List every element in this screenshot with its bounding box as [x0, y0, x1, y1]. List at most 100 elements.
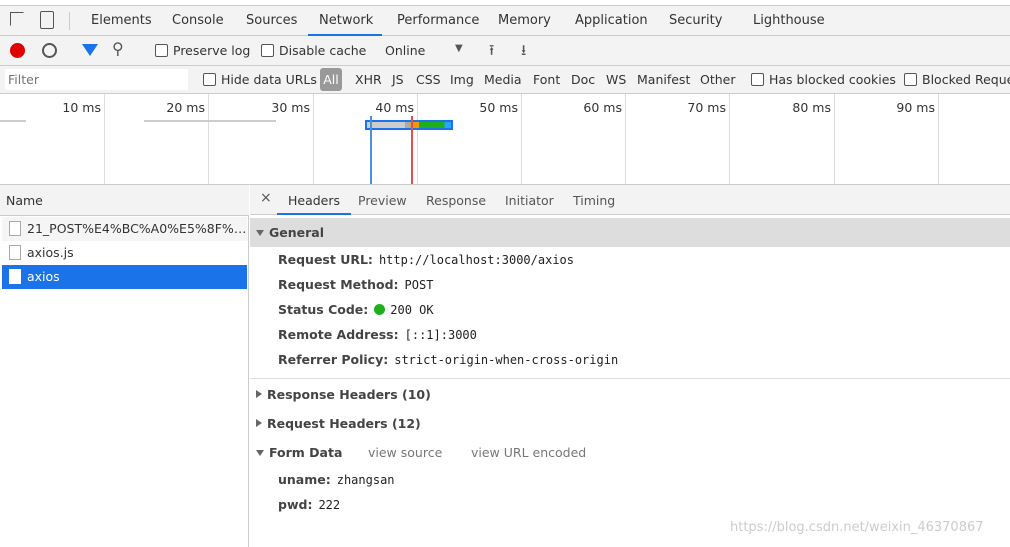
expand-triangle-icon	[256, 419, 262, 427]
filter-type-ws[interactable]: WS	[606, 72, 626, 87]
general-title: General	[269, 225, 324, 240]
blocked-requests-checkbox[interactable]: Blocked Reque	[904, 72, 1010, 87]
import-har-icon[interactable]: ⭱	[489, 40, 494, 65]
tab-elements[interactable]: Elements	[91, 6, 152, 36]
filter-type-js[interactable]: JS	[392, 72, 404, 87]
timeline-tick-label: 30 ms	[271, 100, 310, 115]
filter-icon[interactable]	[82, 44, 98, 56]
filter-type-xhr[interactable]: XHR	[355, 72, 382, 87]
search-icon[interactable]: ⚲	[112, 39, 124, 58]
filter-type-css[interactable]: CSS	[416, 72, 441, 87]
throttle-value: Online	[385, 43, 426, 58]
timeline-overview-segment	[144, 120, 276, 122]
watermark: https://blog.csdn.net/weixin_46370867	[730, 520, 984, 535]
detail-tab-preview[interactable]: Preview	[358, 185, 407, 216]
tab-memory[interactable]: Memory	[498, 6, 551, 36]
collapse-triangle-icon	[256, 450, 264, 456]
filter-type-all[interactable]: All	[320, 68, 342, 91]
disable-cache-checkbox[interactable]: Disable cache	[261, 43, 366, 58]
document-icon	[9, 221, 21, 236]
timeline-tick-label: 60 ms	[583, 100, 622, 115]
request-row[interactable]: axios.js	[2, 241, 247, 265]
close-icon[interactable]: ×	[260, 190, 272, 206]
timeline-gridline	[938, 94, 939, 184]
has-blocked-cookies-checkbox[interactable]: Has blocked cookies	[751, 72, 896, 87]
filter-type-media[interactable]: Media	[484, 72, 522, 87]
name-column-header[interactable]: Name	[0, 185, 249, 216]
timeline-gridline	[625, 94, 626, 184]
timeline-load-marker	[410, 116, 413, 184]
dropdown-arrow-icon: ▼	[455, 43, 463, 54]
header-row: Referrer Policy: strict-origin-when-cross…	[278, 352, 619, 367]
timeline-tick-label: 10	[979, 100, 1010, 115]
timeline-tick-label: 90 ms	[896, 100, 935, 115]
hide-data-urls-checkbox[interactable]: Hide data URLs	[203, 72, 317, 87]
tab-application[interactable]: Application	[575, 6, 648, 36]
timeline-dcl-marker	[369, 116, 372, 184]
disable-cache-label: Disable cache	[279, 43, 367, 58]
timeline-tick-label: 40 ms	[375, 100, 414, 115]
throttle-select[interactable]: Online ▼	[385, 43, 465, 58]
device-toolbar-icon[interactable]	[40, 11, 54, 29]
form-data-row: uname: zhangsan	[278, 472, 395, 487]
tab-performance[interactable]: Performance	[397, 6, 479, 36]
timeline-gridline	[834, 94, 835, 184]
detail-tab-initiator[interactable]: Initiator	[505, 185, 554, 216]
divider	[69, 12, 70, 30]
detail-tab-headers[interactable]: Headers	[277, 185, 352, 215]
request-name: axios	[27, 269, 60, 284]
header-row: Request Method: POST	[278, 277, 434, 292]
script-file-icon	[9, 245, 21, 260]
timeline-gridline	[521, 94, 522, 184]
detail-tabbar: × Headers Preview Response Initiator Tim…	[250, 185, 1010, 215]
preserve-log-checkbox[interactable]: Preserve log	[155, 43, 250, 58]
response-headers-toggle[interactable]: Response Headers (10)	[256, 387, 431, 402]
timeline-tick-label: 50 ms	[479, 100, 518, 115]
timeline-overview-segment	[0, 120, 26, 122]
timeline-gridline	[729, 94, 730, 184]
tab-sources[interactable]: Sources	[246, 6, 297, 36]
tab-lighthouse[interactable]: Lighthouse	[753, 6, 825, 36]
detail-tab-response[interactable]: Response	[426, 185, 486, 216]
detail-tab-timing[interactable]: Timing	[573, 185, 615, 216]
filter-input[interactable]	[5, 69, 188, 90]
inspect-element-icon[interactable]	[10, 12, 24, 26]
filter-type-img[interactable]: Img	[450, 72, 474, 87]
status-ok-icon	[374, 304, 386, 315]
timeline-gridline	[313, 94, 314, 184]
timeline-tick-label: 20 ms	[166, 100, 205, 115]
blocked-requests-label: Blocked Reque	[922, 72, 1010, 87]
timeline-overview[interactable]: 10 ms 20 ms 30 ms 40 ms 50 ms 60 ms 70 ms 80 ms…	[0, 94, 1010, 185]
timeline-tick-label: 10 ms	[62, 100, 101, 115]
expand-triangle-icon	[256, 390, 262, 398]
filter-type-doc[interactable]: Doc	[571, 72, 595, 87]
timeline-gridline	[417, 94, 418, 184]
filter-type-font[interactable]: Font	[533, 72, 560, 87]
request-headers-toggle[interactable]: Request Headers (12)	[256, 416, 421, 431]
hide-data-urls-label: Hide data URLs	[221, 72, 317, 87]
general-section-toggle[interactable]: General	[256, 225, 324, 240]
request-row-selected[interactable]: axios	[2, 265, 247, 289]
general-section-header-bg	[250, 218, 1010, 247]
record-icon[interactable]	[10, 43, 25, 58]
has-blocked-cookies-label: Has blocked cookies	[769, 72, 896, 87]
view-source-link[interactable]: view source	[368, 445, 442, 460]
filter-type-other[interactable]: Other	[700, 72, 736, 87]
form-data-row: pwd: 222	[278, 497, 341, 512]
preserve-log-label: Preserve log	[173, 43, 251, 58]
collapse-triangle-icon	[256, 230, 264, 236]
timeline-tick-label: 80 ms	[792, 100, 831, 115]
clear-icon[interactable]	[42, 43, 57, 58]
header-row: Remote Address: [::1]:3000	[278, 327, 477, 342]
tab-security[interactable]: Security	[669, 6, 722, 36]
header-row: Request URL: http://localhost:3000/axios	[278, 252, 575, 267]
tab-network[interactable]: Network	[308, 6, 382, 36]
form-data-toggle[interactable]: Form Data	[256, 445, 342, 460]
timeline-tick-label: 70 ms	[687, 100, 726, 115]
filter-type-manifest[interactable]: Manifest	[637, 72, 690, 87]
network-toolbar: ⚲ Preserve log Disable cache Online ▼ ⭱ ⭳	[0, 36, 1010, 66]
request-row[interactable]: 21_POST%E4%BC%A0%E5%8F%8...	[2, 217, 247, 241]
view-url-encoded-link[interactable]: view URL encoded	[471, 445, 586, 460]
tab-console[interactable]: Console	[172, 6, 224, 36]
export-har-icon[interactable]: ⭳	[521, 40, 526, 65]
